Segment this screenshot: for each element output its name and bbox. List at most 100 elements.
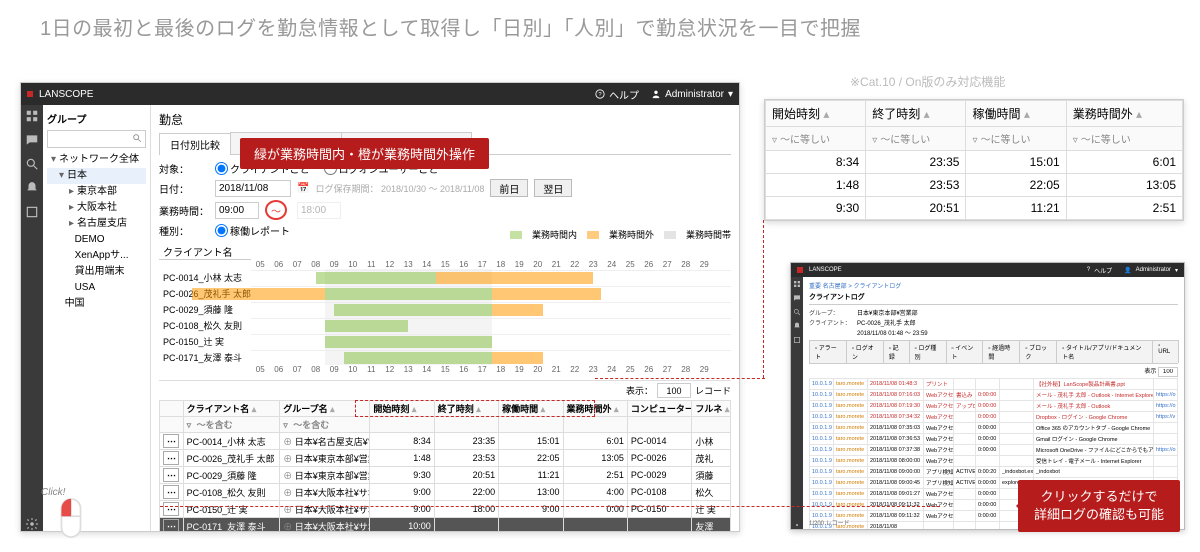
table-header[interactable]: コンピューター名 ▴ xyxy=(627,401,691,417)
table-row[interactable]: ⋯PC-0026_茂礼手 太郎⊕ 日本¥東京本部¥営業部1:4823:5322:… xyxy=(160,450,731,467)
table-filter[interactable] xyxy=(627,417,691,433)
table-row[interactable]: ⋯PC-0029_須藤 隆⊕ 日本¥東京本部¥営業部9:3020:5111:21… xyxy=(160,467,731,484)
table-filter[interactable]: ▿～を含む xyxy=(280,417,370,433)
gantt-row[interactable]: PC-0150_辻 実 xyxy=(159,333,731,349)
user-menu[interactable]: Administrator ▾ xyxy=(651,89,733,100)
table-row[interactable]: ⋯PC-0108_松久 友則⊕ 日本¥大阪本社¥サポ...9:0022:0013… xyxy=(160,484,731,501)
bell-icon[interactable] xyxy=(793,322,801,330)
row-detail-button[interactable]: ⋯ xyxy=(163,485,179,499)
tree-item[interactable]: XenAppサ... xyxy=(47,248,146,264)
gear-icon[interactable] xyxy=(793,521,801,529)
tree-item[interactable]: ▸東京本部 xyxy=(47,184,146,200)
tree-japan[interactable]: ▾日本 xyxy=(47,168,146,184)
table-filter[interactable] xyxy=(160,417,184,433)
chat-icon[interactable] xyxy=(25,133,39,147)
row-detail-button[interactable]: ⋯ xyxy=(163,434,179,448)
detail-log-row[interactable]: 10.0.1.9taro.morete2018/11/08 09:00:00アプ… xyxy=(810,467,1178,478)
table-row[interactable]: ⋯PC-0171_友澤 泰斗⊕ 日本¥大阪本社¥サポ...10:00友澤 xyxy=(160,518,731,532)
tree-root[interactable]: ▾ネットワーク全体 xyxy=(47,152,146,168)
detail-tab[interactable]: ▫ ブロック xyxy=(1019,340,1057,363)
rt-filter[interactable]: ▿～に等しい xyxy=(866,127,966,151)
date-input[interactable] xyxy=(215,180,291,197)
gear-icon[interactable] xyxy=(25,517,39,531)
chat-icon[interactable] xyxy=(793,294,801,302)
row-detail-button[interactable]: ⋯ xyxy=(163,502,179,516)
table-filter[interactable] xyxy=(499,417,563,433)
row-detail-button[interactable]: ⋯ xyxy=(163,468,179,482)
tree-item[interactable]: ▸名古屋支店 xyxy=(47,216,146,232)
tree-item[interactable]: 貸出用端末 xyxy=(47,264,146,280)
dashboard-icon[interactable] xyxy=(25,109,39,123)
next-day-button[interactable]: 翌日 xyxy=(534,179,572,197)
legend-green-icon xyxy=(510,231,522,239)
gantt-row[interactable]: PC-0108_松久 友則 xyxy=(159,317,731,333)
table-filter[interactable] xyxy=(563,417,627,433)
detail-log-row[interactable]: 10.0.1.9taro.morete2018/11/08 08:00:00We… xyxy=(810,456,1178,467)
rt-header[interactable]: 稼働時間 ▴ xyxy=(966,101,1066,127)
grid-icon[interactable] xyxy=(793,336,801,344)
table-row[interactable]: ⋯PC-0014_小林 太志⊕ 日本¥名古屋支店¥営...8:3423:3515… xyxy=(160,433,731,450)
detail-log-row[interactable]: 10.0.1.9taro.morete2018/11/08 01:48:3プリン… xyxy=(810,379,1178,390)
tree-china[interactable]: 中国 xyxy=(47,296,146,312)
table-header[interactable] xyxy=(160,401,184,417)
dashboard-icon[interactable] xyxy=(793,280,801,288)
detail-tab[interactable]: ▫ タイトル/アプリ/ドキュメント名 xyxy=(1056,340,1153,363)
detail-tab[interactable]: ▫ ログ種別 xyxy=(909,340,947,363)
prev-day-button[interactable]: 前日 xyxy=(490,179,528,197)
detail-log-row[interactable]: 10.0.1.9taro.morete2018/11/08 07:37:38We… xyxy=(810,445,1178,456)
detail-tab[interactable]: ▫ アラート xyxy=(809,340,847,363)
tree-item[interactable]: USA xyxy=(47,280,146,296)
table-filter[interactable] xyxy=(370,417,434,433)
detail-tab[interactable]: ▫ ログオン xyxy=(846,340,884,363)
table-filter[interactable] xyxy=(692,417,731,433)
rt-header[interactable]: 業務時間外 ▴ xyxy=(1066,101,1182,127)
search-icon[interactable] xyxy=(25,157,39,171)
tree-item[interactable]: DEMO xyxy=(47,232,146,248)
detail-log-row[interactable]: 10.0.1.9taro.morete2018/11/08 07:19:30We… xyxy=(810,401,1178,412)
rt-header[interactable]: 終了時刻 ▴ xyxy=(866,101,966,127)
table-header[interactable]: クライアント名 ▴ xyxy=(183,401,280,417)
table-filter[interactable]: ▿～を含む xyxy=(183,417,280,433)
rt-filter[interactable]: ▿～に等しい xyxy=(966,127,1066,151)
gantt-row[interactable]: PC-0171_友澤 泰斗 xyxy=(159,349,731,365)
row-detail-button[interactable]: ⋯ xyxy=(163,519,179,531)
rt-filter[interactable]: ▿～に等しい xyxy=(766,127,866,151)
table-header[interactable]: 終了時刻 ▴ xyxy=(434,401,498,417)
tab-daily[interactable]: 日付別比較 xyxy=(159,133,231,155)
detail-tab[interactable]: ▫ 記録 xyxy=(883,340,910,363)
detail-tab[interactable]: ▫ URL xyxy=(1152,340,1179,363)
table-header[interactable]: 稼働時間 ▴ xyxy=(499,401,563,417)
detail-log-row[interactable]: 10.0.1.9taro.morete2018/11/08 07:16:03We… xyxy=(810,390,1178,401)
rt-filter[interactable]: ▿～に等しい xyxy=(1066,127,1182,151)
bizstart-input[interactable] xyxy=(215,202,259,219)
detail-log-row[interactable]: 10.0.1.9taro.morete2018/11/08 07:35:03We… xyxy=(810,423,1178,434)
search-icon[interactable] xyxy=(793,308,801,316)
row-detail-button[interactable]: ⋯ xyxy=(163,451,179,465)
user-menu[interactable]: 👤 Administrator ▾ xyxy=(1124,267,1178,274)
detail-tab[interactable]: ▫ イベント xyxy=(946,340,984,363)
gantt-row[interactable]: PC-0029_須藤 隆 xyxy=(159,301,731,317)
help-link[interactable]: ? ヘルプ xyxy=(1087,266,1112,275)
help-link[interactable]: ? ヘルプ xyxy=(595,87,639,102)
gantt-row[interactable]: PC-0014_小林 太志 xyxy=(159,269,731,285)
table-header[interactable]: 開始時刻 ▴ xyxy=(370,401,434,417)
table-header[interactable]: フルネ ▴ xyxy=(692,401,731,417)
table-row[interactable]: ⋯PC-0150_辻 実⊕ 日本¥大阪本社¥サポ...9:0018:009:00… xyxy=(160,501,731,518)
bizend-input[interactable] xyxy=(297,202,341,219)
type-radio[interactable]: 稼働レポート xyxy=(215,223,290,238)
detail-breadcrumb[interactable]: 重要 名古屋部 > クライアントログ xyxy=(809,281,1178,290)
detail-log-row[interactable]: 10.0.1.9taro.morete2018/11/08 07:34:32We… xyxy=(810,412,1178,423)
tree-item[interactable]: ▸大阪本社 xyxy=(47,200,146,216)
table-header[interactable]: グループ名 ▴ xyxy=(280,401,370,417)
sidebar-search-input[interactable] xyxy=(47,130,146,148)
detail-display-input[interactable] xyxy=(1158,367,1178,377)
gantt-row[interactable]: PC-0026_茂礼手 太郎 xyxy=(159,285,731,301)
bell-icon[interactable] xyxy=(25,181,39,195)
rt-header[interactable]: 開始時刻 ▴ xyxy=(766,101,866,127)
display-input[interactable] xyxy=(657,383,691,398)
detail-log-row[interactable]: 10.0.1.9taro.morete2018/11/08 07:36:53We… xyxy=(810,434,1178,445)
table-filter[interactable] xyxy=(434,417,498,433)
table-header[interactable]: 業務時間外 ▴ xyxy=(563,401,627,417)
detail-tab[interactable]: ▫ 経過時間 xyxy=(982,340,1020,363)
grid-icon[interactable] xyxy=(25,205,39,219)
